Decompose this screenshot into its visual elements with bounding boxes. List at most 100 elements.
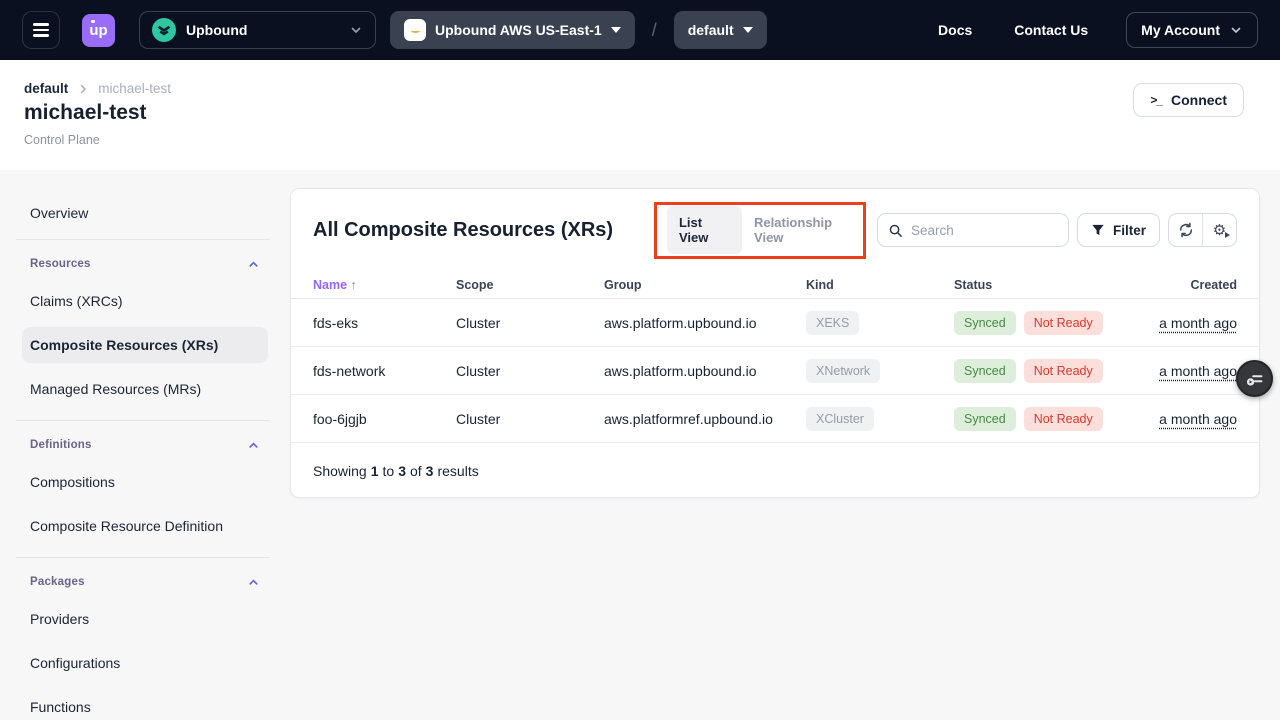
annotation-highlight-box: List View Relationship View xyxy=(654,202,866,259)
cell-group: aws.platformref.upbound.io xyxy=(604,411,806,427)
kind-badge: XNetwork xyxy=(806,359,880,383)
column-header-kind[interactable]: Kind xyxy=(806,278,954,292)
sidebar-section-packages[interactable]: Packages xyxy=(30,574,260,590)
sidebar-item-providers[interactable]: Providers xyxy=(22,601,268,637)
cell-name: foo-6jgjb xyxy=(313,411,456,427)
chevron-down-icon xyxy=(349,23,363,37)
breadcrumb-chevron-icon xyxy=(77,83,89,95)
panel-header: All Composite Resources (XRs) List View … xyxy=(291,189,1259,271)
sidebar-item-composite-resources[interactable]: Composite Resources (XRs) xyxy=(22,327,268,363)
my-account-label: My Account xyxy=(1141,22,1220,38)
sidebar-item-configurations[interactable]: Configurations xyxy=(22,645,268,681)
breadcrumb-group[interactable]: default xyxy=(24,81,68,96)
feedback-widget-button[interactable] xyxy=(1236,360,1273,397)
column-header-name[interactable]: Name ↑ xyxy=(313,278,456,292)
sidebar-section-resources[interactable]: Resources xyxy=(30,256,260,272)
table-actions: ⚙ xyxy=(1168,213,1237,247)
my-account-dropdown[interactable]: My Account xyxy=(1126,12,1258,48)
breadcrumb: default michael-test xyxy=(24,81,171,96)
table-row[interactable]: fds-network Cluster aws.platform.upbound… xyxy=(291,347,1259,395)
column-header-group[interactable]: Group xyxy=(604,278,806,292)
sidebar-divider xyxy=(16,420,270,421)
gear-run-icon: ⚙ xyxy=(1213,223,1226,238)
tab-list-view[interactable]: List View xyxy=(667,206,742,254)
sidebar-section-definitions[interactable]: Definitions xyxy=(30,437,260,453)
sidebar-item-composite-resource-definition[interactable]: Composite Resource Definition xyxy=(22,508,268,544)
refresh-icon xyxy=(1178,222,1194,238)
status-badge-synced: Synced xyxy=(954,359,1016,383)
sidebar-item-claims[interactable]: Claims (XRCs) xyxy=(22,283,268,319)
table-header: Name ↑ Scope Group Kind Status Created xyxy=(291,271,1259,299)
chevron-up-icon xyxy=(247,439,260,452)
search-input[interactable] xyxy=(911,223,1041,238)
table-row[interactable]: foo-6jgjb Cluster aws.platformref.upboun… xyxy=(291,395,1259,443)
refresh-button[interactable] xyxy=(1169,214,1202,246)
page-title: michael-test xyxy=(24,101,147,125)
results-summary: Showing 1 to 3 of 3 results xyxy=(291,443,1259,498)
organization-dropdown[interactable]: Upbound xyxy=(139,11,376,49)
control-plane-label: Upbound AWS US-East-1 xyxy=(435,22,602,38)
group-dropdown[interactable]: default xyxy=(674,11,767,49)
status-badge-synced: Synced xyxy=(954,407,1016,431)
caret-down-icon xyxy=(611,27,621,33)
column-header-created[interactable]: Created xyxy=(1127,278,1237,292)
docs-link[interactable]: Docs xyxy=(938,22,972,38)
cell-scope: Cluster xyxy=(456,363,604,379)
chevron-up-icon xyxy=(247,576,260,589)
contact-us-link[interactable]: Contact Us xyxy=(1014,22,1088,38)
org-avatar-icon xyxy=(152,18,176,42)
group-label: default xyxy=(688,22,734,38)
sidebar-divider xyxy=(16,239,270,240)
cell-scope: Cluster xyxy=(456,411,604,427)
status-badge-not-ready: Not Ready xyxy=(1024,407,1103,431)
terminal-icon: >_ xyxy=(1150,93,1162,107)
feedback-icon xyxy=(1244,368,1266,390)
breadcrumb-current: michael-test xyxy=(98,81,171,96)
cell-name: fds-network xyxy=(313,363,456,379)
path-separator: / xyxy=(652,20,657,41)
connect-label: Connect xyxy=(1171,92,1227,108)
search-box xyxy=(877,213,1069,247)
upbound-logo[interactable]: up xyxy=(82,14,115,47)
cell-group: aws.platform.upbound.io xyxy=(604,315,806,331)
composite-resources-panel: All Composite Resources (XRs) List View … xyxy=(290,188,1260,498)
kind-badge: XCluster xyxy=(806,407,874,431)
filter-button[interactable]: Filter xyxy=(1077,213,1160,247)
column-header-scope[interactable]: Scope xyxy=(456,278,604,292)
control-plane-dropdown[interactable]: Upbound AWS US-East-1 xyxy=(390,11,635,49)
control-plane-icon xyxy=(404,19,426,41)
cell-created[interactable]: a month ago xyxy=(1159,363,1237,379)
cell-scope: Cluster xyxy=(456,315,604,331)
filter-label: Filter xyxy=(1113,223,1146,238)
hamburger-menu-icon xyxy=(33,23,49,25)
auto-refresh-settings-button[interactable]: ⚙ xyxy=(1203,214,1236,246)
table-row[interactable]: fds-eks Cluster aws.platform.upbound.io … xyxy=(291,299,1259,347)
sidebar-item-compositions[interactable]: Compositions xyxy=(22,464,268,500)
status-badge-synced: Synced xyxy=(954,311,1016,335)
cell-created[interactable]: a month ago xyxy=(1159,315,1237,331)
page-header: default michael-test michael-test Contro… xyxy=(0,60,1280,170)
kind-badge: XEKS xyxy=(806,311,859,335)
cell-group: aws.platform.upbound.io xyxy=(604,363,806,379)
hamburger-menu-button[interactable] xyxy=(22,11,60,49)
sidebar-item-functions[interactable]: Functions xyxy=(22,689,268,720)
chevron-down-icon xyxy=(1229,23,1243,37)
status-badge-not-ready: Not Ready xyxy=(1024,359,1103,383)
sidebar-item-overview[interactable]: Overview xyxy=(22,195,268,231)
caret-down-icon xyxy=(743,27,753,33)
cell-created[interactable]: a month ago xyxy=(1159,411,1237,427)
tab-relationship-view[interactable]: Relationship View xyxy=(754,215,855,245)
chevron-up-icon xyxy=(247,258,260,271)
column-header-status[interactable]: Status xyxy=(954,278,1127,292)
search-icon xyxy=(888,223,903,238)
sidebar-item-managed-resources[interactable]: Managed Resources (MRs) xyxy=(22,371,268,407)
top-nav: up Upbound Upbound AWS US-East-1 / defau… xyxy=(0,0,1280,60)
cell-name: fds-eks xyxy=(313,315,456,331)
filter-icon xyxy=(1091,223,1105,237)
connect-button[interactable]: >_ Connect xyxy=(1133,83,1244,117)
status-badge-not-ready: Not Ready xyxy=(1024,311,1103,335)
panel-title: All Composite Resources (XRs) xyxy=(313,219,613,242)
sidebar: Overview Resources Claims (XRCs) Composi… xyxy=(0,170,290,720)
page-subtitle: Control Plane xyxy=(24,133,100,147)
sort-ascending-icon: ↑ xyxy=(351,278,357,292)
